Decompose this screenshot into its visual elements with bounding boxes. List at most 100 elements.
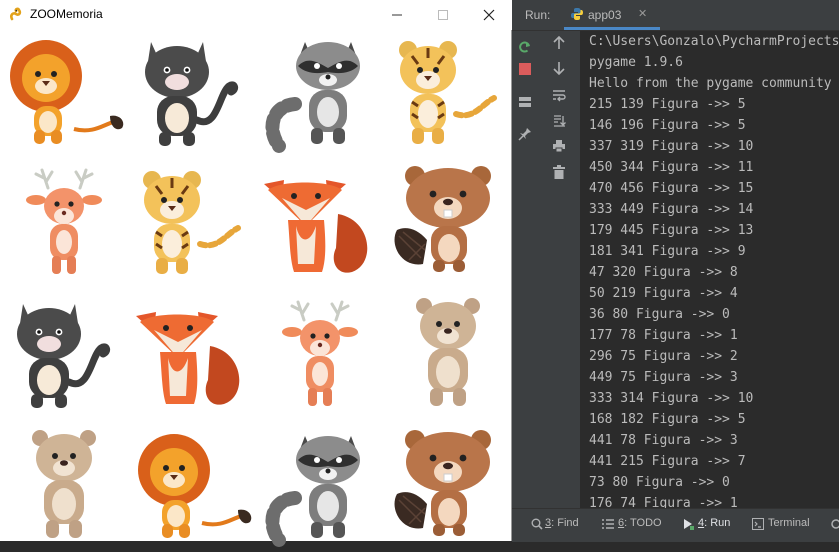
pin-icon — [518, 128, 531, 141]
memory-card-beaver[interactable] — [384, 156, 512, 288]
console-line: 36 80 Figura ->> 0 — [589, 307, 730, 322]
console-line: 333 449 Figura ->> 14 — [589, 202, 754, 217]
more-tools-icon[interactable] — [830, 518, 839, 530]
console-line: 450 344 Figura ->> 11 — [589, 160, 754, 175]
lion-illustration — [138, 434, 252, 538]
console-line: 50 219 Figura ->> 4 — [589, 286, 738, 301]
console-line: pygame 1.9.6 — [589, 55, 683, 70]
scroll-up-button[interactable] — [549, 33, 569, 53]
layout-icon — [519, 97, 531, 107]
clear-all-button[interactable] — [549, 162, 569, 182]
terminal-tab[interactable]: Terminal — [768, 517, 810, 529]
close-tab-icon[interactable]: ✕ — [638, 7, 647, 20]
search-icon — [531, 518, 543, 530]
console-line: 181 341 Figura ->> 9 — [589, 244, 746, 259]
memory-card-fox[interactable] — [128, 288, 256, 420]
memory-card-beaver[interactable] — [384, 420, 512, 552]
fox-illustration — [264, 180, 368, 273]
memory-card-cat[interactable] — [0, 288, 128, 420]
memory-card-raccoon[interactable] — [256, 26, 384, 158]
tiger-illustration — [143, 171, 241, 274]
run-tool-window: Run: app03 ✕ C:\Users\Gonzalo\PycharmPro… — [512, 0, 839, 542]
scroll-to-end-icon — [554, 115, 566, 127]
cat-illustration — [17, 304, 111, 408]
run-tab-app03[interactable]: app03 ✕ — [564, 0, 660, 30]
console-line: 441 215 Figura ->> 7 — [589, 454, 746, 469]
console-line: 215 139 Figura ->> 5 — [589, 97, 746, 112]
console-output[interactable]: C:\Users\Gonzalo\PycharmProjects pygame 1… — [582, 31, 839, 508]
memory-card-tiger[interactable] — [128, 156, 256, 288]
print-button[interactable] — [549, 136, 569, 156]
console-line: 73 80 Figura ->> 0 — [589, 475, 730, 490]
memory-card-lion[interactable] — [128, 420, 256, 552]
deer-illustration — [282, 300, 358, 406]
console-line: 168 182 Figura ->> 5 — [589, 412, 746, 427]
close-icon — [483, 9, 495, 21]
scroll-down-button[interactable] — [549, 58, 569, 78]
pin-tab-button[interactable] — [515, 124, 535, 144]
deer-illustration — [26, 168, 102, 274]
run-tab-label: app03 — [588, 8, 622, 22]
stop-button[interactable] — [515, 59, 535, 79]
arrow-down-icon — [553, 62, 565, 75]
console-line: 146 196 Figura ->> 5 — [589, 118, 746, 133]
raccoon-illustration — [265, 436, 360, 547]
raccoon-illustration — [265, 42, 360, 153]
fox-illustration — [136, 312, 240, 405]
bottom-tool-tabs: 3: Find 6: TODO 4: Run Terminal — [512, 508, 839, 542]
bear-illustration — [32, 430, 96, 538]
python-icon — [571, 8, 583, 20]
todo-list-icon — [602, 519, 614, 529]
memory-card-deer[interactable] — [256, 288, 384, 420]
window-title: ZOOMemoria — [30, 7, 103, 21]
memory-card-tiger[interactable] — [384, 26, 512, 158]
run-tab[interactable]: 4: Run — [698, 517, 730, 529]
rerun-icon — [519, 41, 530, 53]
console-line: C:\Users\Gonzalo\PycharmProjects — [589, 34, 839, 49]
console-line: 337 319 Figura ->> 10 — [589, 139, 754, 154]
console-line: 179 445 Figura ->> 13 — [589, 223, 754, 238]
beaver-illustration — [394, 166, 491, 272]
rerun-button[interactable] — [515, 37, 535, 57]
console-line: 177 78 Figura ->> 1 — [589, 328, 738, 343]
console-line: Hello from the pygame community — [589, 76, 832, 91]
run-header: Run: app03 ✕ — [512, 0, 839, 31]
memory-card-bear[interactable] — [0, 420, 128, 552]
console-line: 176 74 Figura ->> 1 — [589, 496, 738, 508]
tiger-illustration — [399, 41, 497, 144]
pygame-snake-icon — [10, 7, 22, 21]
memory-card-grid — [0, 30, 512, 547]
soft-wrap-button[interactable] — [549, 85, 569, 105]
scroll-to-end-button[interactable] — [549, 110, 569, 130]
memory-card-bear[interactable] — [384, 288, 512, 420]
lion-illustration — [10, 40, 124, 144]
console-line: 333 314 Figura ->> 10 — [589, 391, 754, 406]
console-line: 441 78 Figura ->> 3 — [589, 433, 738, 448]
find-tab[interactable]: 3: Find — [545, 517, 579, 529]
memory-card-raccoon[interactable] — [256, 420, 384, 552]
beaver-illustration — [394, 430, 491, 536]
trash-icon — [553, 165, 565, 179]
memory-card-cat[interactable] — [128, 26, 256, 158]
console-line: 296 75 Figura ->> 2 — [589, 349, 738, 364]
terminal-icon — [752, 518, 764, 530]
maximize-icon — [438, 10, 448, 20]
pygame-window: ZOOMemoria — [0, 0, 512, 547]
arrow-up-icon — [553, 36, 565, 49]
run-label: Run: — [525, 8, 551, 22]
cat-illustration — [145, 42, 239, 146]
minimize-icon — [392, 14, 402, 16]
soft-wrap-icon — [553, 90, 566, 102]
memory-card-lion[interactable] — [0, 26, 128, 158]
console-line: 470 456 Figura ->> 15 — [589, 181, 754, 196]
todo-tab[interactable]: 6: TODO — [618, 517, 662, 529]
restore-layout-button[interactable] — [515, 92, 535, 112]
console-line: 47 320 Figura ->> 8 — [589, 265, 738, 280]
bear-illustration — [416, 298, 480, 406]
memory-card-deer[interactable] — [0, 156, 128, 288]
run-left-toolbar — [512, 31, 539, 508]
run-play-icon — [684, 519, 694, 530]
print-icon — [553, 140, 565, 153]
memory-card-fox[interactable] — [256, 156, 384, 288]
console-line: 449 75 Figura ->> 3 — [589, 370, 738, 385]
